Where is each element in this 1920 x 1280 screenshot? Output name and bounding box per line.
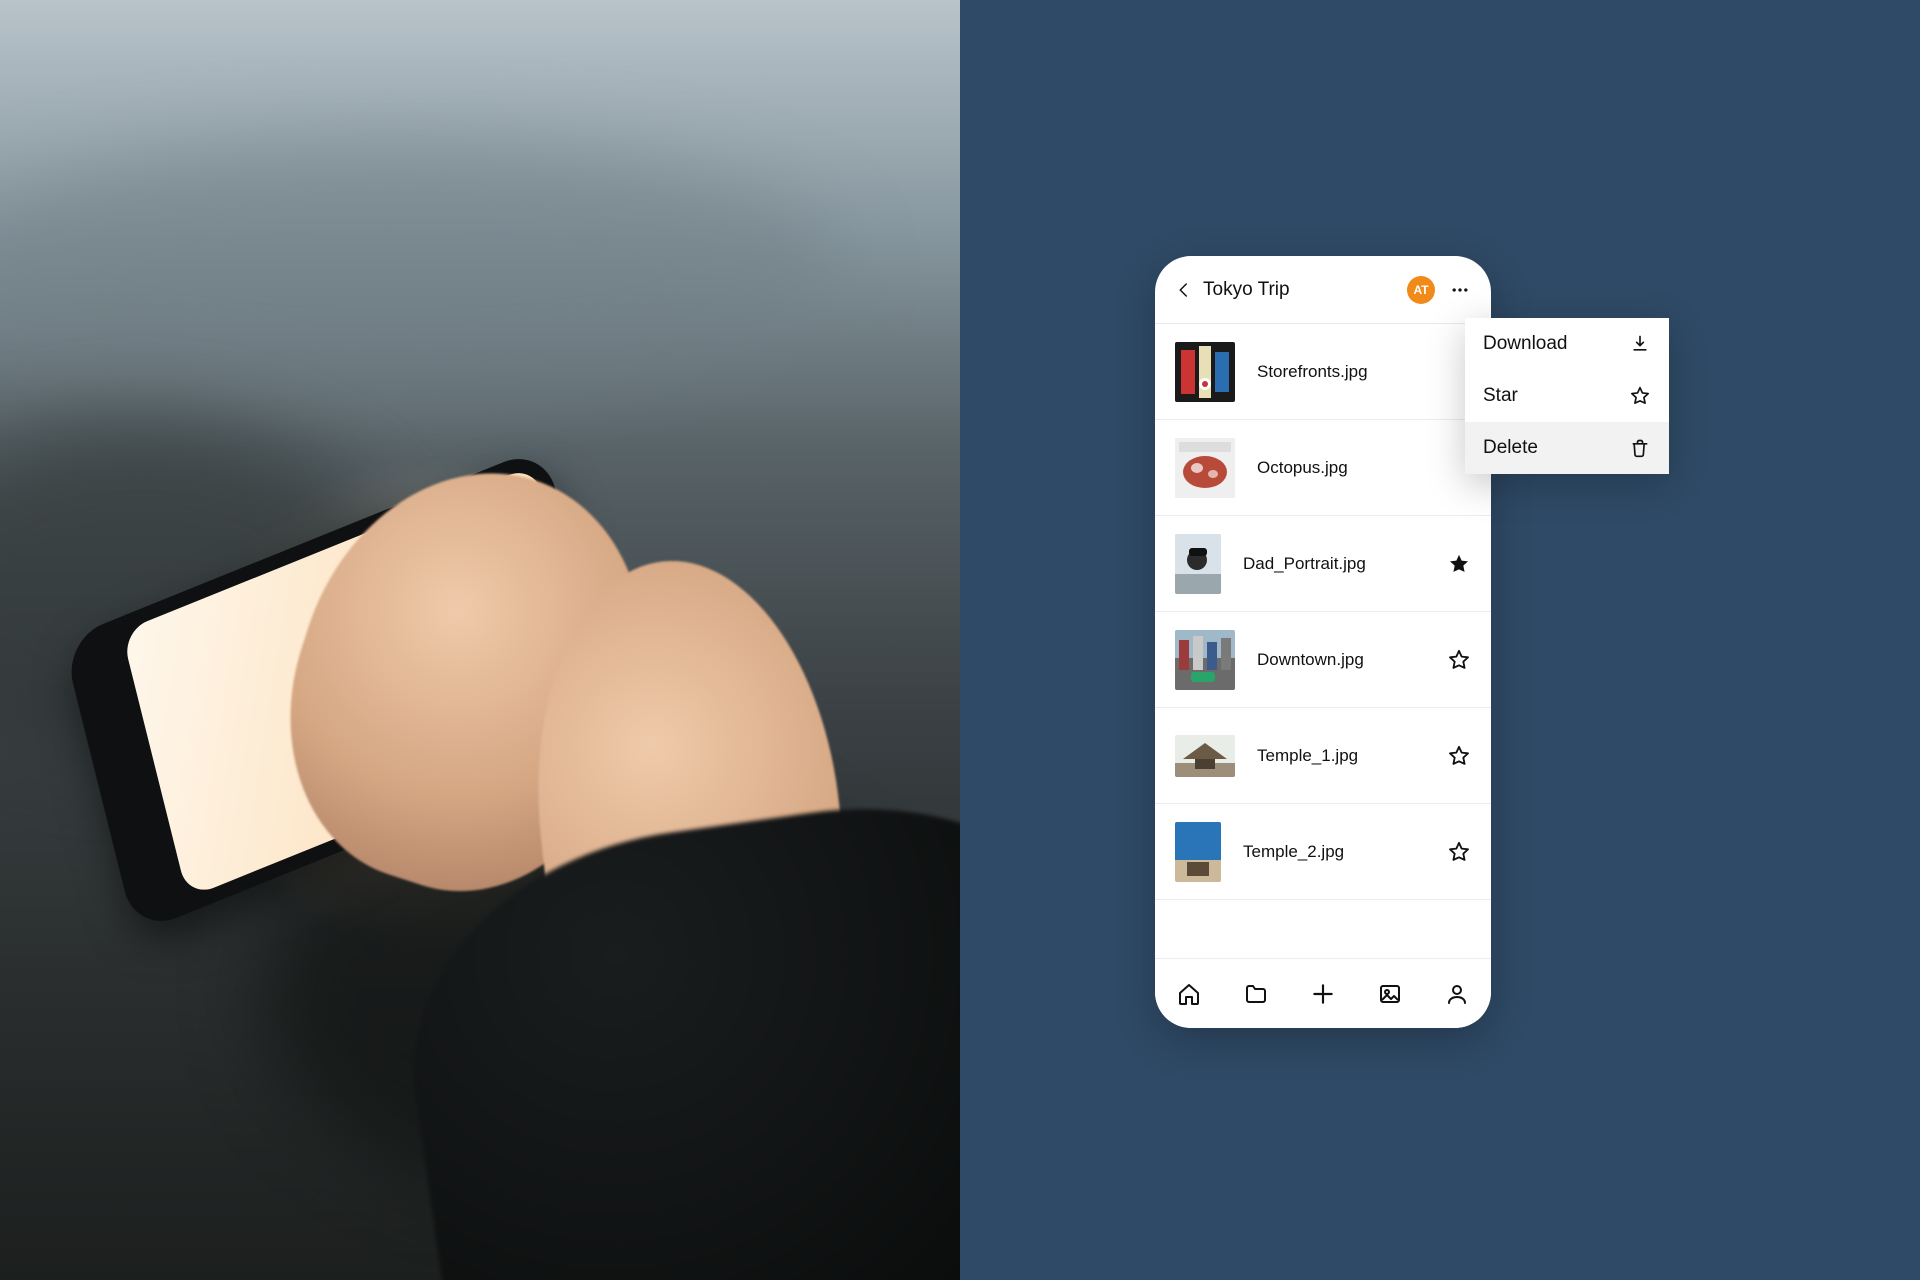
image-icon xyxy=(1378,982,1402,1006)
star-filled-icon xyxy=(1448,553,1470,575)
context-menu: Download Star Delete xyxy=(1465,318,1669,474)
avatar[interactable]: AT xyxy=(1407,276,1435,304)
menu-item-star[interactable]: Star xyxy=(1465,370,1669,422)
more-button[interactable] xyxy=(1449,279,1471,301)
file-thumbnail xyxy=(1175,342,1235,402)
file-list: Storefronts.jpg Octopus.jpg Dad_Portrait… xyxy=(1155,324,1491,900)
file-name: Dad_Portrait.jpg xyxy=(1243,554,1447,574)
tab-bar xyxy=(1155,958,1491,1028)
back-button[interactable] xyxy=(1175,281,1193,299)
folder-title: Tokyo Trip xyxy=(1203,279,1407,301)
star-toggle[interactable] xyxy=(1447,840,1471,864)
star-outline-icon xyxy=(1629,385,1651,407)
tab-add[interactable] xyxy=(1309,980,1337,1008)
tab-photos[interactable] xyxy=(1376,980,1404,1008)
file-thumbnail xyxy=(1175,438,1235,498)
trash-icon xyxy=(1629,437,1651,459)
file-row[interactable]: Downtown.jpg xyxy=(1155,612,1491,708)
star-outline-icon xyxy=(1448,745,1470,767)
menu-item-label: Delete xyxy=(1483,437,1538,459)
dots-horizontal-icon xyxy=(1450,280,1470,300)
file-name: Temple_2.jpg xyxy=(1243,842,1447,862)
device-frame: Tokyo Trip AT Storefronts.jpg xyxy=(1155,256,1491,1028)
file-name: Temple_1.jpg xyxy=(1257,746,1447,766)
menu-item-label: Star xyxy=(1483,385,1518,407)
hero-photo xyxy=(0,0,960,1280)
star-outline-icon xyxy=(1448,841,1470,863)
file-thumbnail xyxy=(1175,630,1235,690)
chevron-left-icon xyxy=(1175,281,1193,299)
file-name: Storefronts.jpg xyxy=(1257,362,1471,382)
file-row[interactable]: Dad_Portrait.jpg xyxy=(1155,516,1491,612)
right-panel: Tokyo Trip AT Storefronts.jpg xyxy=(960,0,1920,1280)
file-row[interactable]: Octopus.jpg xyxy=(1155,420,1491,516)
file-name: Octopus.jpg xyxy=(1257,458,1471,478)
star-toggle[interactable] xyxy=(1447,648,1471,672)
star-toggle[interactable] xyxy=(1447,552,1471,576)
star-outline-icon xyxy=(1448,649,1470,671)
folder-header: Tokyo Trip AT xyxy=(1155,256,1491,324)
menu-item-delete[interactable]: Delete xyxy=(1465,422,1669,474)
file-thumbnail xyxy=(1175,822,1221,882)
file-row[interactable]: Storefronts.jpg xyxy=(1155,324,1491,420)
menu-item-label: Download xyxy=(1483,333,1568,355)
person-icon xyxy=(1445,982,1469,1006)
menu-item-download[interactable]: Download xyxy=(1465,318,1669,370)
home-icon xyxy=(1177,982,1201,1006)
tab-home[interactable] xyxy=(1175,980,1203,1008)
download-icon xyxy=(1629,333,1651,355)
folder-icon xyxy=(1244,982,1268,1006)
star-toggle[interactable] xyxy=(1447,744,1471,768)
tab-account[interactable] xyxy=(1443,980,1471,1008)
file-thumbnail xyxy=(1175,534,1221,594)
file-row[interactable]: Temple_1.jpg xyxy=(1155,708,1491,804)
file-thumbnail xyxy=(1175,735,1235,777)
file-name: Downtown.jpg xyxy=(1257,650,1447,670)
file-row[interactable]: Temple_2.jpg xyxy=(1155,804,1491,900)
plus-icon xyxy=(1310,981,1336,1007)
tab-files[interactable] xyxy=(1242,980,1270,1008)
